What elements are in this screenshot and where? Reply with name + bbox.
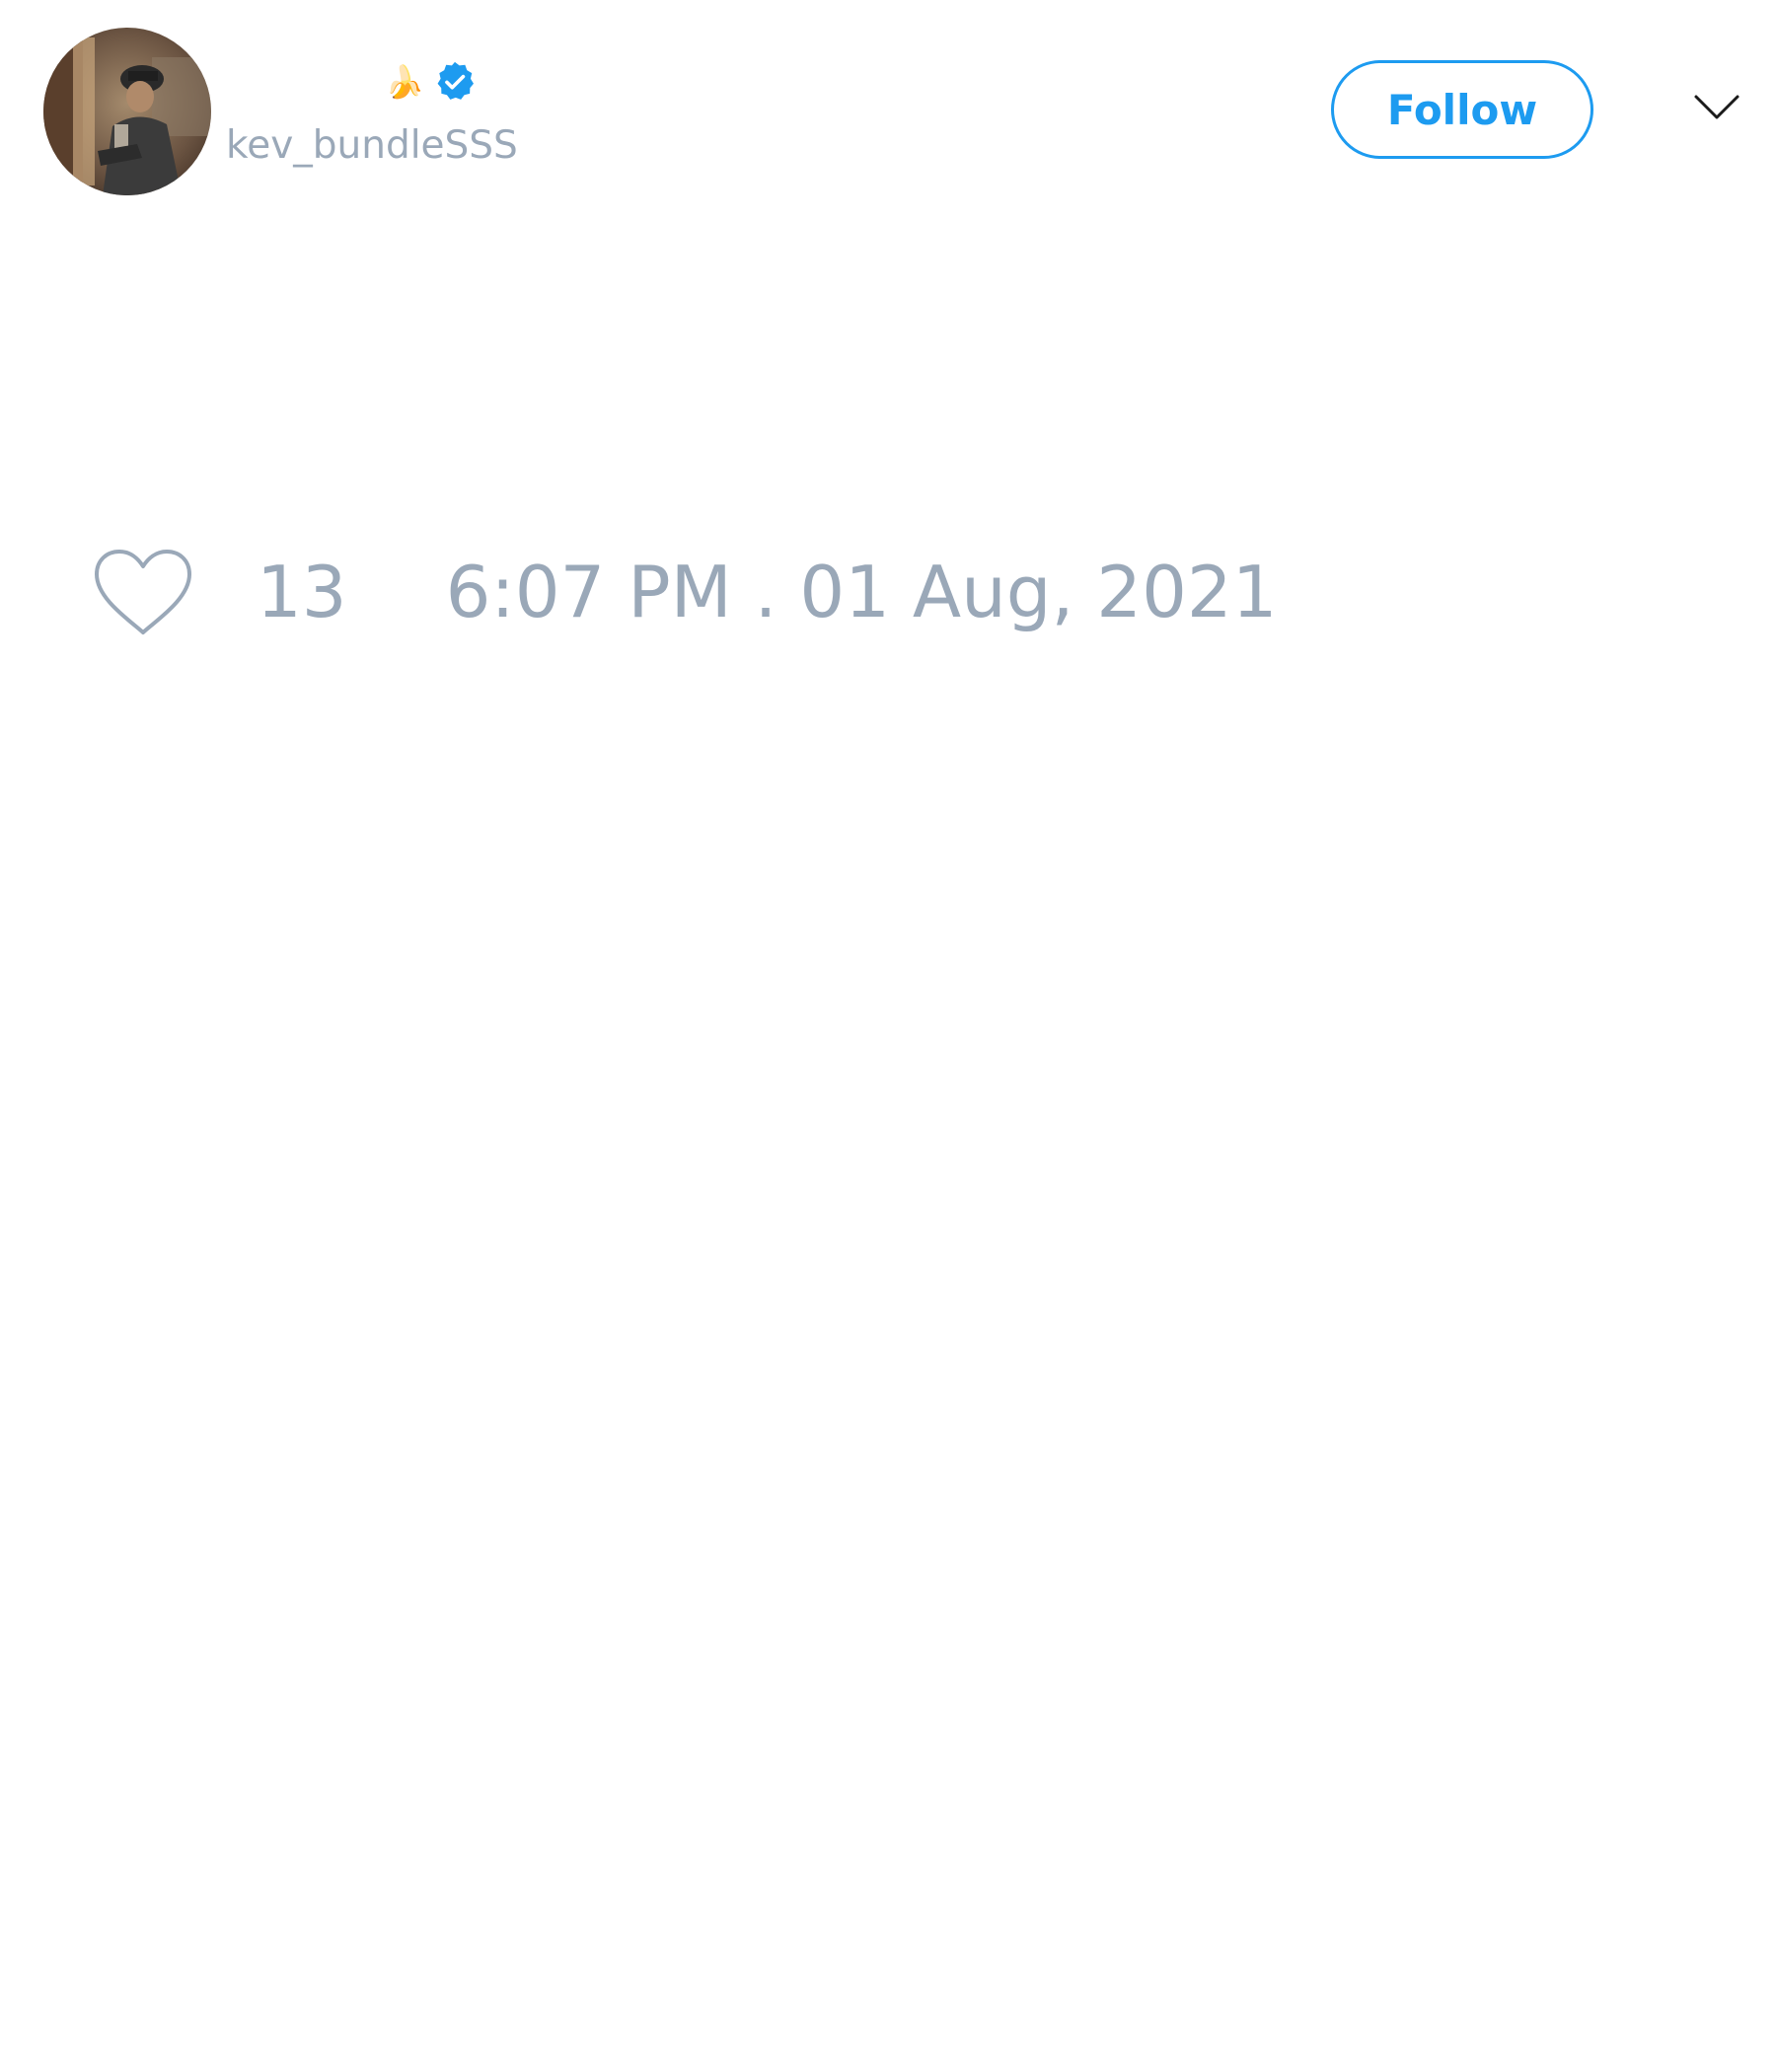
- heart-outline-icon[interactable]: [91, 546, 195, 638]
- avatar-photo: [43, 28, 211, 195]
- avatar[interactable]: [43, 28, 211, 195]
- chevron-down-icon[interactable]: [1693, 93, 1740, 122]
- tweet-meta-row: 13 6:07 PM . 01 Aug, 2021: [91, 543, 1278, 641]
- tweet-timestamp[interactable]: 6:07 PM . 01 Aug, 2021: [446, 556, 1278, 628]
- follow-button[interactable]: Follow: [1331, 60, 1593, 159]
- like-count: 13: [257, 551, 347, 633]
- verified-badge-icon: [432, 59, 478, 105]
- author-name-row[interactable]: 🍌: [385, 57, 478, 107]
- author-handle[interactable]: kev_bundleSSS: [226, 126, 518, 165]
- banana-emoji: 🍌: [385, 63, 424, 101]
